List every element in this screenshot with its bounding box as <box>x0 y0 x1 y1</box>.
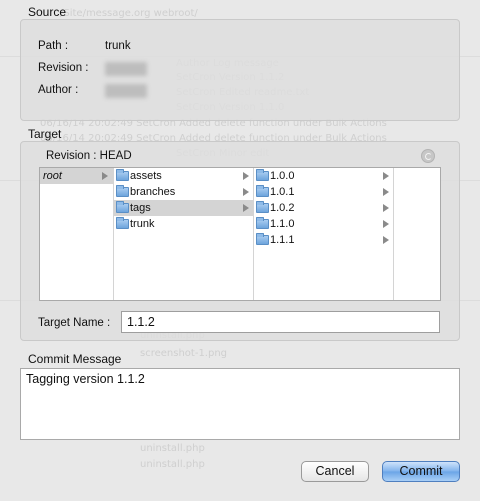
browser-item-1-0-1[interactable]: 1.0.1 <box>254 184 393 200</box>
browser-item-label: 1.0.2 <box>270 202 295 214</box>
folder-icon <box>256 185 269 197</box>
browser-item-label: 1.0.0 <box>270 170 295 182</box>
browser-item-label: root <box>43 170 62 182</box>
browser-item-label: assets <box>130 170 162 182</box>
chevron-right-icon <box>383 220 389 228</box>
chevron-right-icon <box>102 172 108 180</box>
browser-item-label: 1.1.0 <box>270 218 295 230</box>
folder-icon <box>256 169 269 181</box>
chevron-right-icon <box>383 188 389 196</box>
folder-icon <box>116 185 129 197</box>
browser-item-root[interactable]: root <box>40 168 113 184</box>
target-section-label: Target <box>28 127 62 141</box>
chevron-right-icon <box>243 204 249 212</box>
folder-icon <box>256 201 269 213</box>
browser-item-branches[interactable]: branches <box>114 184 253 200</box>
browser-item-label: tags <box>130 202 151 214</box>
commit-button[interactable]: Commit <box>382 461 460 482</box>
path-label: Path : <box>38 40 69 52</box>
commit-message-label: Commit Message <box>28 352 122 366</box>
target-name-input[interactable]: 1.1.2 <box>121 311 440 333</box>
target-revision-text: Revision : HEAD <box>46 150 132 162</box>
browser-item-trunk[interactable]: trunk <box>114 216 253 232</box>
refresh-icon[interactable] <box>421 149 435 163</box>
browser-column-empty <box>394 168 441 300</box>
browser-item-1-0-0[interactable]: 1.0.0 <box>254 168 393 184</box>
browser-item-tags[interactable]: tags <box>114 200 253 216</box>
chevron-right-icon <box>383 172 389 180</box>
folder-icon <box>116 217 129 229</box>
folder-icon <box>116 169 129 181</box>
browser-item-label: branches <box>130 186 176 198</box>
cancel-button[interactable]: Cancel <box>301 461 369 482</box>
folder-icon <box>256 217 269 229</box>
revision-label: Revision : <box>38 62 89 74</box>
chevron-right-icon <box>383 236 389 244</box>
browser-item-assets[interactable]: assets <box>114 168 253 184</box>
author-label: Author : <box>38 84 79 96</box>
path-value: trunk <box>105 40 131 52</box>
author-value-redacted <box>105 84 147 98</box>
folder-icon <box>256 233 269 245</box>
browser-item-label: trunk <box>130 218 155 230</box>
repository-browser[interactable]: root assets branches tags trunk 1.0.0 1.… <box>39 167 441 301</box>
browser-item-1-1-1[interactable]: 1.1.1 <box>254 232 393 248</box>
target-name-label: Target Name : <box>38 317 111 329</box>
source-section-label: Source <box>28 5 67 19</box>
browser-column-root: root <box>40 168 114 300</box>
browser-column-folders: assets branches tags trunk <box>114 168 254 300</box>
browser-item-1-0-2[interactable]: 1.0.2 <box>254 200 393 216</box>
browser-item-label: 1.1.1 <box>270 234 295 246</box>
browser-item-label: 1.0.1 <box>270 186 295 198</box>
chevron-right-icon <box>243 172 249 180</box>
browser-item-1-1-0[interactable]: 1.1.0 <box>254 216 393 232</box>
folder-icon <box>116 201 129 213</box>
browser-column-tags: 1.0.0 1.0.1 1.0.2 1.1.0 1.1.1 <box>254 168 394 300</box>
chevron-right-icon <box>243 188 249 196</box>
chevron-right-icon <box>383 204 389 212</box>
revision-value-redacted <box>105 62 147 76</box>
commit-message-textarea[interactable]: Tagging version 1.1.2 <box>20 368 460 440</box>
